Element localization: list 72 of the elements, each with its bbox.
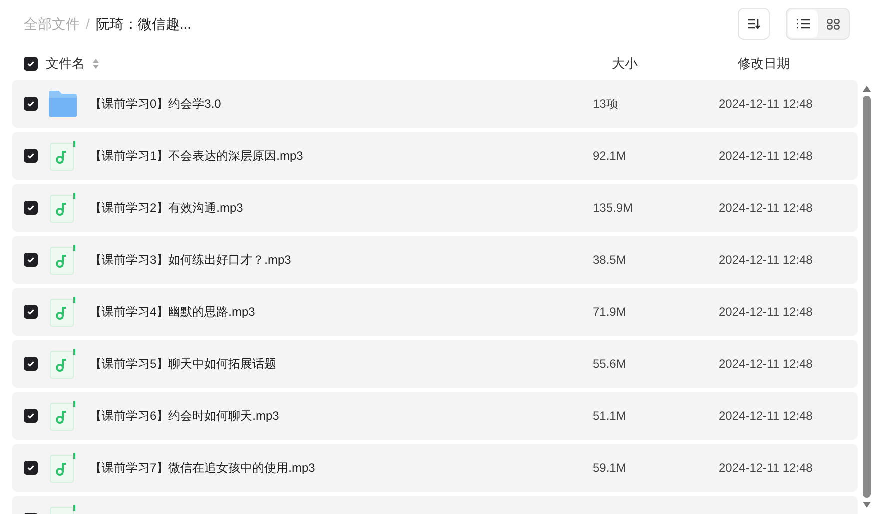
file-name: 【课前学习0】约会学3.0: [90, 96, 222, 113]
file-row[interactable]: 【课前学习7】微信在追女孩中的使用.mp3 59.1M 2024-12-11 12:48: [12, 444, 858, 492]
breadcrumb-item[interactable]: 阮琦：微信趣...: [96, 14, 192, 34]
sort-arrows-icon: [93, 59, 99, 69]
checkbox[interactable]: [24, 149, 38, 163]
file-name: 【课前学习1】不会表达的深层原因.mp3: [90, 148, 304, 165]
modified-date: 2024-12-11 12:48: [719, 96, 813, 113]
column-header[interactable]: 文件名: [46, 54, 85, 74]
checkmark-icon: [27, 412, 35, 420]
checkbox[interactable]: [24, 305, 38, 319]
file-size: 92.1M: [593, 148, 628, 165]
checkbox[interactable]: [24, 409, 38, 423]
checkmark-icon: [27, 100, 35, 108]
file-name: 【课前学习4】幽默的思路.mp3: [90, 304, 256, 321]
file-size: 59.1M: [593, 460, 628, 477]
checkbox[interactable]: [24, 357, 38, 371]
music-file-icon: [50, 141, 76, 171]
checkmark-icon: [27, 204, 35, 212]
column-header[interactable]: 修改日期: [738, 54, 790, 74]
file-row[interactable]: 【课前学习3】如何练出好口才？.mp3 38.5M 2024-12-11 12:48: [12, 236, 858, 284]
modified-date: 2024-12-11 12:48: [719, 148, 813, 165]
checkmark-icon: [27, 60, 35, 68]
file-size: 13项: [593, 96, 620, 113]
modified-date: 2024-12-11 12:48: [719, 356, 813, 373]
music-file-icon: [50, 193, 76, 223]
sort-icon: [747, 18, 761, 30]
music-file-icon: [50, 349, 76, 379]
checkmark-icon: [27, 308, 35, 316]
file-row[interactable]: 【课前学习0】约会学3.0 13项 2024-12-11 12:48: [12, 80, 858, 128]
music-file-icon: [50, 297, 76, 327]
scroll-up-icon: [863, 86, 871, 92]
scrollbar-thumb[interactable]: [863, 96, 871, 498]
grid-icon: [826, 18, 840, 30]
column-header[interactable]: 大小: [612, 54, 738, 74]
checkbox[interactable]: [24, 97, 38, 111]
file-size: 51.1M: [593, 408, 628, 425]
checkmark-icon: [27, 360, 35, 368]
modified-date: 2024-12-11 12:48: [719, 408, 813, 425]
modified-date: 2024-12-11 12:48: [719, 252, 813, 269]
file-size: 135.9M: [593, 200, 634, 217]
file-size: 55.6M: [593, 356, 628, 373]
music-file-icon: [50, 245, 76, 275]
folder-icon: [48, 90, 78, 118]
music-file-icon: [50, 401, 76, 431]
scroll-down-icon: [863, 502, 871, 508]
checkbox[interactable]: [24, 461, 38, 475]
file-size: 71.9M: [593, 304, 628, 321]
checkmark-icon: [27, 464, 35, 472]
file-size: 38.5M: [593, 252, 628, 269]
music-file-icon: [50, 453, 76, 483]
checkbox[interactable]: [24, 201, 38, 215]
file-name: 【课前学习2】有效沟通.mp3: [90, 200, 244, 217]
file-name: 【课前学习7】微信在追女孩中的使用.mp3: [90, 460, 316, 477]
file-name: 【课前学习5】聊天中如何拓展话题: [90, 356, 278, 373]
file-name: 【课前学习3】如何练出好口才？.mp3: [90, 252, 292, 269]
modified-date: 2024-12-11 12:48: [719, 460, 813, 477]
list-view-button[interactable]: [788, 10, 818, 38]
file-row[interactable]: 【课前学习5】聊天中如何拓展话题 55.6M 2024-12-11 12:48: [12, 340, 858, 388]
modified-date: 2024-12-11 12:48: [719, 304, 813, 321]
checkmark-icon: [27, 256, 35, 264]
checkmark-icon: [27, 152, 35, 160]
breadcrumb-separator: /: [86, 14, 90, 34]
file-name: 【课前学习6】约会时如何聊天.mp3: [90, 408, 280, 425]
file-row[interactable]: 【课前学习1】不会表达的深层原因.mp3 92.1M 2024-12-11 12:48: [12, 132, 858, 180]
sort-button[interactable]: [738, 8, 770, 40]
checkbox[interactable]: [24, 253, 38, 267]
file-row[interactable]: 【课前学习2】有效沟通.mp3 135.9M 2024-12-11 12:48: [12, 184, 858, 232]
modified-date: 2024-12-11 12:48: [719, 200, 813, 217]
list-icon: [796, 19, 810, 29]
checkbox[interactable]: [24, 57, 38, 71]
file-row[interactable]: 【课前学习4】幽默的思路.mp3 71.9M 2024-12-11 12:48: [12, 288, 858, 336]
file-row[interactable]: 【课前学习6】约会时如何聊天.mp3 51.1M 2024-12-11 12:48: [12, 392, 858, 440]
